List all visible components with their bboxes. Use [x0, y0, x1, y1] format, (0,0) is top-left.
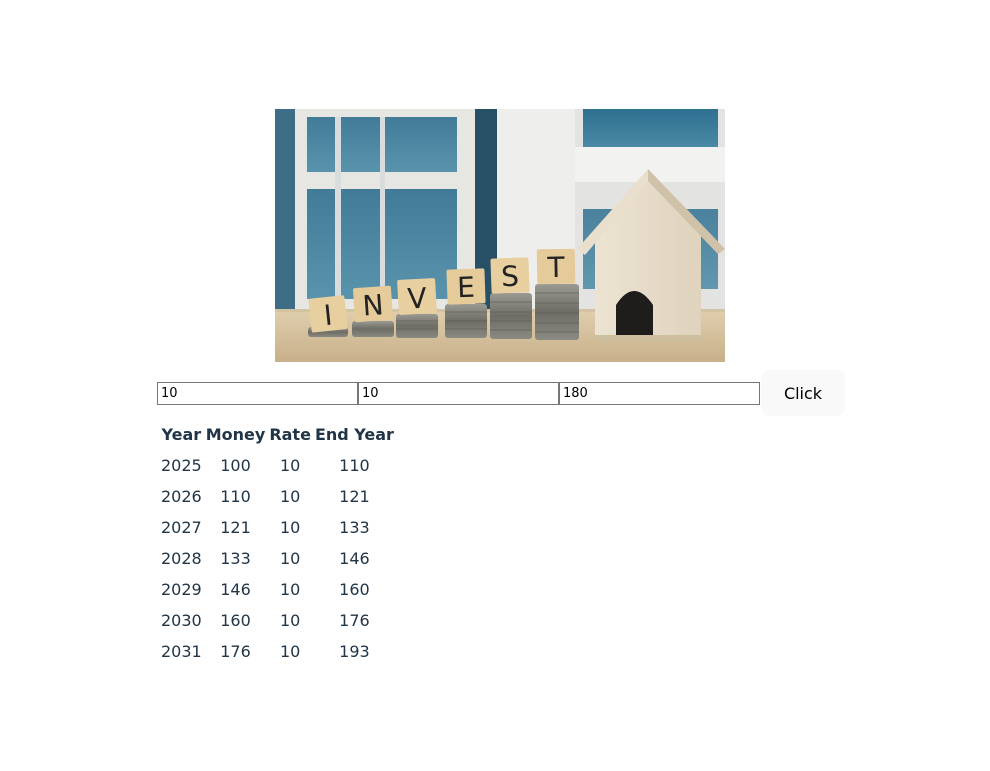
- investment-table: Year Money Rate End Year 2025 100 10 110…: [158, 418, 397, 668]
- table-row: 2030 160 10 176: [160, 606, 395, 635]
- tile-letter-v: V: [407, 282, 428, 316]
- months-input[interactable]: [559, 381, 760, 405]
- cell-end-year: 176: [339, 611, 370, 630]
- cell-year: 2025: [161, 456, 202, 475]
- column-header-end-year: End Year: [314, 425, 394, 444]
- cell-end-year: 110: [339, 456, 370, 475]
- column-header-rate: Rate: [269, 425, 311, 444]
- cell-rate: 10: [279, 518, 301, 537]
- cell-rate: 10: [279, 580, 301, 599]
- tile-letter-n: N: [362, 288, 385, 322]
- cell-year: 2030: [161, 611, 202, 630]
- cell-end-year: 146: [339, 549, 370, 568]
- cell-money: 121: [220, 518, 251, 537]
- cell-end-year: 160: [339, 580, 370, 599]
- cell-money: 110: [220, 487, 251, 506]
- cell-money: 160: [220, 611, 251, 630]
- cell-rate: 10: [279, 549, 301, 568]
- table-row: 2026 110 10 121: [160, 482, 395, 511]
- calculator-form: Click: [157, 370, 845, 416]
- column-header-money: Money: [205, 425, 266, 444]
- tile-letter-e: E: [457, 271, 476, 305]
- table-header-row: Year Money Rate End Year: [160, 420, 395, 449]
- cell-year: 2026: [161, 487, 202, 506]
- table-row: 2027 121 10 133: [160, 513, 395, 542]
- money-input[interactable]: [157, 381, 358, 405]
- cell-end-year: 133: [339, 518, 370, 537]
- rate-input[interactable]: [358, 381, 559, 405]
- cell-end-year: 193: [339, 642, 370, 661]
- cell-money: 146: [220, 580, 251, 599]
- column-header-year: Year: [161, 425, 202, 444]
- cell-rate: 10: [279, 642, 301, 661]
- cell-rate: 10: [279, 611, 301, 630]
- cell-year: 2029: [161, 580, 202, 599]
- app-root: I N V E S T 10 10 180 Click Year Money R…: [0, 0, 990, 771]
- cell-year: 2031: [161, 642, 202, 661]
- calculate-button[interactable]: Click: [761, 370, 845, 416]
- table-row: 2031 176 10 193: [160, 637, 395, 666]
- tile-letter-s: S: [501, 260, 520, 294]
- cell-money: 176: [220, 642, 251, 661]
- cell-year: 2028: [161, 549, 202, 568]
- cell-end-year: 121: [339, 487, 370, 506]
- invest-illustration: I N V E S T: [275, 109, 725, 362]
- table-row: 2028 133 10 146: [160, 544, 395, 573]
- invest-hero-image: I N V E S T: [275, 109, 725, 362]
- cell-rate: 10: [279, 487, 301, 506]
- table-row: 2025 100 10 110: [160, 451, 395, 480]
- tile-letter-t: T: [546, 251, 566, 284]
- cell-money: 133: [220, 549, 251, 568]
- cell-year: 2027: [161, 518, 202, 537]
- table-row: 2029 146 10 160: [160, 575, 395, 604]
- cell-rate: 10: [279, 456, 301, 475]
- cell-money: 100: [220, 456, 251, 475]
